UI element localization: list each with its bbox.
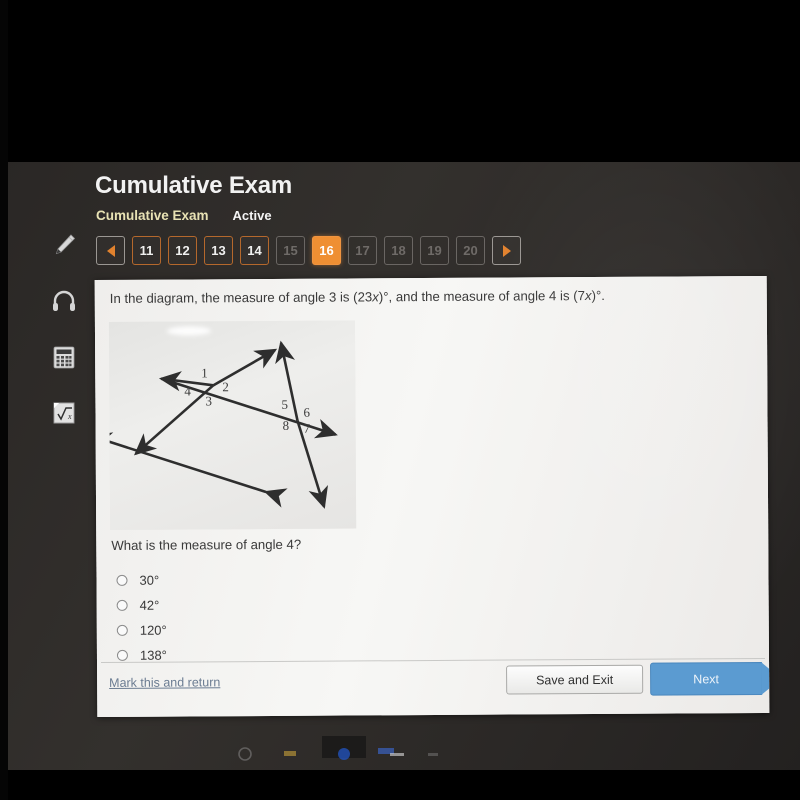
tab-cumulative-exam[interactable]: Cumulative Exam: [96, 208, 209, 223]
tool-calculator[interactable]: [47, 340, 81, 374]
answer-choice-label: 42°: [139, 597, 160, 613]
mark-this-and-return-link[interactable]: Mark this and return: [109, 675, 220, 690]
tool-formula[interactable]: x: [47, 396, 81, 430]
pager-item-12[interactable]: 12: [168, 236, 197, 265]
headphones-icon: [53, 290, 75, 311]
tool-rail: x: [42, 228, 86, 430]
sub-question: What is the measure of angle 4?: [111, 536, 302, 553]
question-pager: 11 12 13 14 15 16 17 18 19 20: [96, 236, 521, 265]
save-and-exit-button[interactable]: Save and Exit: [506, 664, 644, 695]
radio-button-icon[interactable]: [116, 599, 128, 611]
pager-item-15: 15: [276, 236, 305, 265]
answer-choice-4[interactable]: 138°: [116, 643, 167, 667]
screen-photo: Cumulative Exam Cumulative Exam Active 1…: [0, 0, 800, 800]
angle-label-8: 8: [282, 417, 290, 433]
tool-audio[interactable]: [47, 284, 81, 318]
angle-label-6: 6: [303, 404, 311, 420]
question-panel: In the diagram, the measure of angle 3 i…: [94, 275, 770, 718]
pager-item-13[interactable]: 13: [204, 236, 233, 265]
next-button[interactable]: Next: [650, 661, 763, 696]
page-title: Cumulative Exam: [95, 172, 293, 199]
angle-label-5: 5: [281, 396, 288, 412]
pager-item-11[interactable]: 11: [132, 236, 161, 265]
answer-choice-label: 120°: [139, 622, 167, 638]
pencil-icon: [55, 234, 76, 255]
pager-next-button[interactable]: [492, 236, 521, 265]
answer-choice-1[interactable]: 30°: [116, 568, 166, 592]
pager-prev-button[interactable]: [96, 236, 125, 265]
angle-label-2: 2: [222, 379, 229, 395]
square-root-formula-icon: x: [53, 402, 75, 424]
angle-label-3: 3: [205, 393, 212, 409]
answer-choice-3[interactable]: 120°: [116, 618, 167, 642]
question-prompt: In the diagram, the measure of angle 3 i…: [110, 286, 710, 308]
taskbar: [0, 718, 800, 770]
taskbar-icons: [238, 736, 438, 761]
triangle-right-icon: [502, 244, 511, 257]
answer-choice-label: 30°: [139, 572, 160, 588]
prompt-text-2: )°, and the measure of angle 4 is (7: [378, 288, 585, 305]
pager-item-17: 17: [348, 236, 377, 265]
angle-label-1: 1: [201, 365, 208, 381]
pager-item-16[interactable]: 16: [312, 236, 341, 265]
svg-text:x: x: [67, 412, 72, 421]
triangle-left-icon: [106, 244, 115, 257]
calculator-icon: [53, 346, 75, 369]
prompt-text-3: )°.: [591, 287, 605, 304]
status-badge-active: Active: [232, 208, 272, 223]
radio-button-icon[interactable]: [116, 574, 128, 586]
subtab-bar: Cumulative Exam Active: [96, 208, 272, 223]
angle-diagram-lines: [94, 340, 338, 509]
answer-choices: 30° 42° 120° 138°: [116, 568, 167, 668]
letterbox-bottom: [0, 770, 800, 800]
tool-highlighter[interactable]: [47, 228, 81, 262]
prompt-text-1: In the diagram, the measure of angle 3 i…: [109, 289, 373, 306]
radio-button-icon[interactable]: [116, 649, 128, 661]
angle-diagram: 1 2 3 4 5 6 8 7: [94, 320, 357, 530]
angle-label-7: 7: [303, 420, 311, 436]
pager-item-14[interactable]: 14: [240, 236, 269, 265]
letterbox-left: [0, 0, 8, 800]
pager-item-18: 18: [384, 236, 413, 265]
letterbox-top: [0, 0, 800, 162]
angle-label-4: 4: [184, 383, 191, 399]
pager-item-20: 20: [456, 236, 485, 265]
answer-choice-2[interactable]: 42°: [116, 593, 167, 617]
answer-choice-label: 138°: [139, 647, 167, 663]
pager-item-19: 19: [420, 236, 449, 265]
radio-button-icon[interactable]: [116, 624, 128, 636]
